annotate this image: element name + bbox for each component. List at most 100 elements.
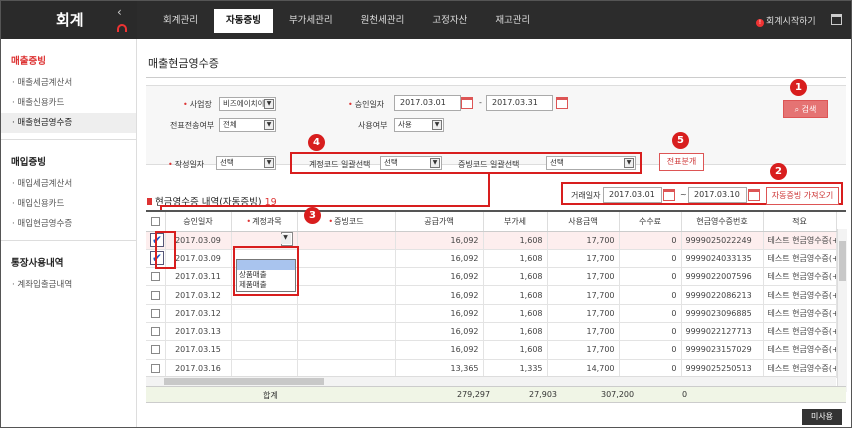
- cell-proof[interactable]: [297, 322, 396, 342]
- row-checkbox[interactable]: [150, 272, 160, 282]
- proof-bulk-select[interactable]: 선택 ▼: [546, 156, 636, 170]
- table-row[interactable]: 2017.03.16 13,365 1,335 14,700 0 9999025…: [146, 359, 837, 378]
- dropdown-option[interactable]: 상품매출: [237, 270, 295, 280]
- approval-date-to[interactable]: 2017.03.31: [486, 95, 553, 111]
- cell-proof[interactable]: [297, 249, 396, 269]
- select-all-checkbox-cell: [146, 212, 166, 232]
- select-all-checkbox[interactable]: [150, 216, 160, 226]
- dropdown-option[interactable]: 제품매출: [237, 280, 295, 290]
- search-button[interactable]: ⌕ 검색: [783, 100, 828, 118]
- sidebar-item-sales-tax-invoice[interactable]: · 매출세금계산서: [1, 73, 136, 93]
- step-badge-4: 4: [308, 134, 325, 151]
- col-receipt-number[interactable]: 현금영수증번호: [681, 212, 764, 232]
- nav-tab-auto-proof[interactable]: 자동증빙: [213, 9, 273, 33]
- col-fee[interactable]: 수수료: [619, 212, 682, 232]
- trade-date-from[interactable]: 2017.03.01: [603, 187, 662, 203]
- headset-icon[interactable]: [117, 24, 127, 32]
- total-vat: 27,903: [529, 390, 557, 399]
- trade-date-to[interactable]: 2017.03.10: [688, 187, 747, 203]
- sidebar-section-sales-proof[interactable]: 매출증빙: [1, 39, 136, 73]
- start-accounting-link[interactable]: ! 회계시작하기: [756, 14, 816, 27]
- cell-receipt: 9999025250513: [681, 359, 764, 378]
- calendar-icon[interactable]: [663, 189, 675, 201]
- business-select[interactable]: 비즈에이치이 ▼: [219, 97, 276, 111]
- vertical-scrollbar[interactable]: [837, 229, 847, 392]
- cell-account[interactable]: [231, 304, 298, 323]
- nav-tab-withholding[interactable]: 원천세관리: [349, 9, 417, 33]
- cell-proof[interactable]: [297, 304, 396, 323]
- cell-account[interactable]: [231, 322, 298, 342]
- sidebar-item-bank-transactions[interactable]: · 계좌입출금내역: [1, 275, 136, 295]
- cell-proof[interactable]: [297, 340, 396, 360]
- col-approval-date[interactable]: 승인일자: [165, 212, 232, 232]
- horizontal-scrollbar[interactable]: [146, 376, 836, 386]
- sidebar-item-sales-credit-card[interactable]: · 매출신용카드: [1, 93, 136, 113]
- cell-proof[interactable]: [297, 267, 396, 287]
- cell-proof[interactable]: [297, 231, 396, 250]
- journal-split-button[interactable]: 전표분개: [659, 153, 704, 171]
- col-amount[interactable]: 사용금액: [547, 212, 620, 232]
- nav-tab-vat[interactable]: 부가세관리: [277, 9, 345, 33]
- row-checkbox[interactable]: [150, 345, 160, 355]
- cell-amount: 17,700: [547, 267, 620, 287]
- table-row[interactable]: 2017.03.12 16,092 1,608 17,700 0 9999023…: [146, 304, 837, 323]
- row-checkbox[interactable]: [150, 327, 160, 337]
- collapse-icon[interactable]: ‹: [117, 5, 122, 19]
- col-vat[interactable]: 부가세: [483, 212, 548, 232]
- calendar-icon[interactable]: [461, 97, 473, 109]
- col-account[interactable]: •계정과목: [231, 212, 298, 232]
- calendar-icon[interactable]: [831, 14, 842, 25]
- cell-proof[interactable]: [297, 359, 396, 378]
- calendar-icon[interactable]: [556, 97, 568, 109]
- table-row[interactable]: 2017.03.13 16,092 1,608 17,700 0 9999022…: [146, 322, 837, 342]
- chevron-down-icon: ▼: [624, 158, 634, 168]
- author-date-label: • 작성일자: [168, 160, 205, 169]
- sidebar-item-purchase-credit-card[interactable]: · 매입신용카드: [1, 194, 136, 214]
- fetch-auto-proof-button[interactable]: 자동증빙 가져오기: [766, 187, 839, 205]
- usage-select[interactable]: 사용 ▼: [394, 118, 444, 132]
- sidebar-item-purchase-tax-invoice[interactable]: · 매입세금계산서: [1, 174, 136, 194]
- cell-account[interactable]: [231, 359, 298, 378]
- unused-button[interactable]: 미사용: [802, 409, 842, 425]
- sidebar-item-sales-cash-receipt[interactable]: · 매출현금영수증: [1, 113, 136, 133]
- sidebar-section-purchase-proof[interactable]: 매입증빙: [1, 140, 136, 174]
- approval-date-from[interactable]: 2017.03.01: [394, 95, 461, 111]
- sidebar-section-bank[interactable]: 통장사용내역: [1, 241, 136, 275]
- cell-fee: 0: [619, 267, 682, 287]
- transfer-select[interactable]: 전체 ▼: [219, 118, 276, 132]
- col-supply[interactable]: 공급가액: [395, 212, 484, 232]
- cell-memo: 테스트 현금영수증(+: [763, 304, 837, 323]
- row-checkbox[interactable]: [150, 308, 160, 318]
- row-checkbox-cell: [146, 340, 166, 360]
- nav-tab-fixed-assets[interactable]: 고정자산: [420, 9, 479, 33]
- calendar-icon[interactable]: [748, 189, 760, 201]
- cell-memo: 테스트 현금영수증(+: [763, 267, 837, 287]
- nav-tab-accounting[interactable]: 회계관리: [151, 9, 210, 33]
- chevron-down-icon: ▼: [264, 99, 274, 109]
- sidebar-item-purchase-cash-receipt[interactable]: · 매입현금영수증: [1, 214, 136, 234]
- col-memo[interactable]: 적요: [763, 212, 837, 232]
- account-bulk-select[interactable]: 선택 ▼: [380, 156, 442, 170]
- cell-memo: 테스트 현금영수증(+: [763, 285, 837, 305]
- scrollbar-thumb[interactable]: [839, 241, 846, 281]
- account-row-select[interactable]: ▼: [280, 232, 293, 247]
- step-badge-1: 1: [790, 79, 807, 96]
- connector-line: [488, 174, 490, 206]
- transfer-label: 전표전송여부: [170, 121, 215, 130]
- row-checkbox[interactable]: [150, 363, 160, 373]
- row-checkbox[interactable]: [150, 290, 160, 300]
- account-dropdown-list: 상품매출 제품매출: [236, 259, 296, 292]
- table-row[interactable]: 2017.03.15 16,092 1,608 17,700 0 9999023…: [146, 340, 837, 360]
- author-date-select[interactable]: 선택 ▼: [216, 156, 276, 170]
- business-label: • 사업장: [183, 100, 212, 109]
- cell-fee: 0: [619, 322, 682, 342]
- dropdown-option[interactable]: [237, 260, 295, 270]
- nav-tab-inventory[interactable]: 재고관리: [483, 9, 542, 33]
- proof-bulk-label: 증빙코드 일괄선택: [458, 160, 520, 169]
- cell-proof[interactable]: [297, 285, 396, 305]
- chevron-down-icon: ▼: [432, 120, 442, 130]
- cell-supply: 16,092: [395, 249, 484, 269]
- scrollbar-thumb[interactable]: [164, 378, 324, 385]
- start-accounting-label: 회계시작하기: [766, 17, 816, 27]
- cell-account[interactable]: [231, 340, 298, 360]
